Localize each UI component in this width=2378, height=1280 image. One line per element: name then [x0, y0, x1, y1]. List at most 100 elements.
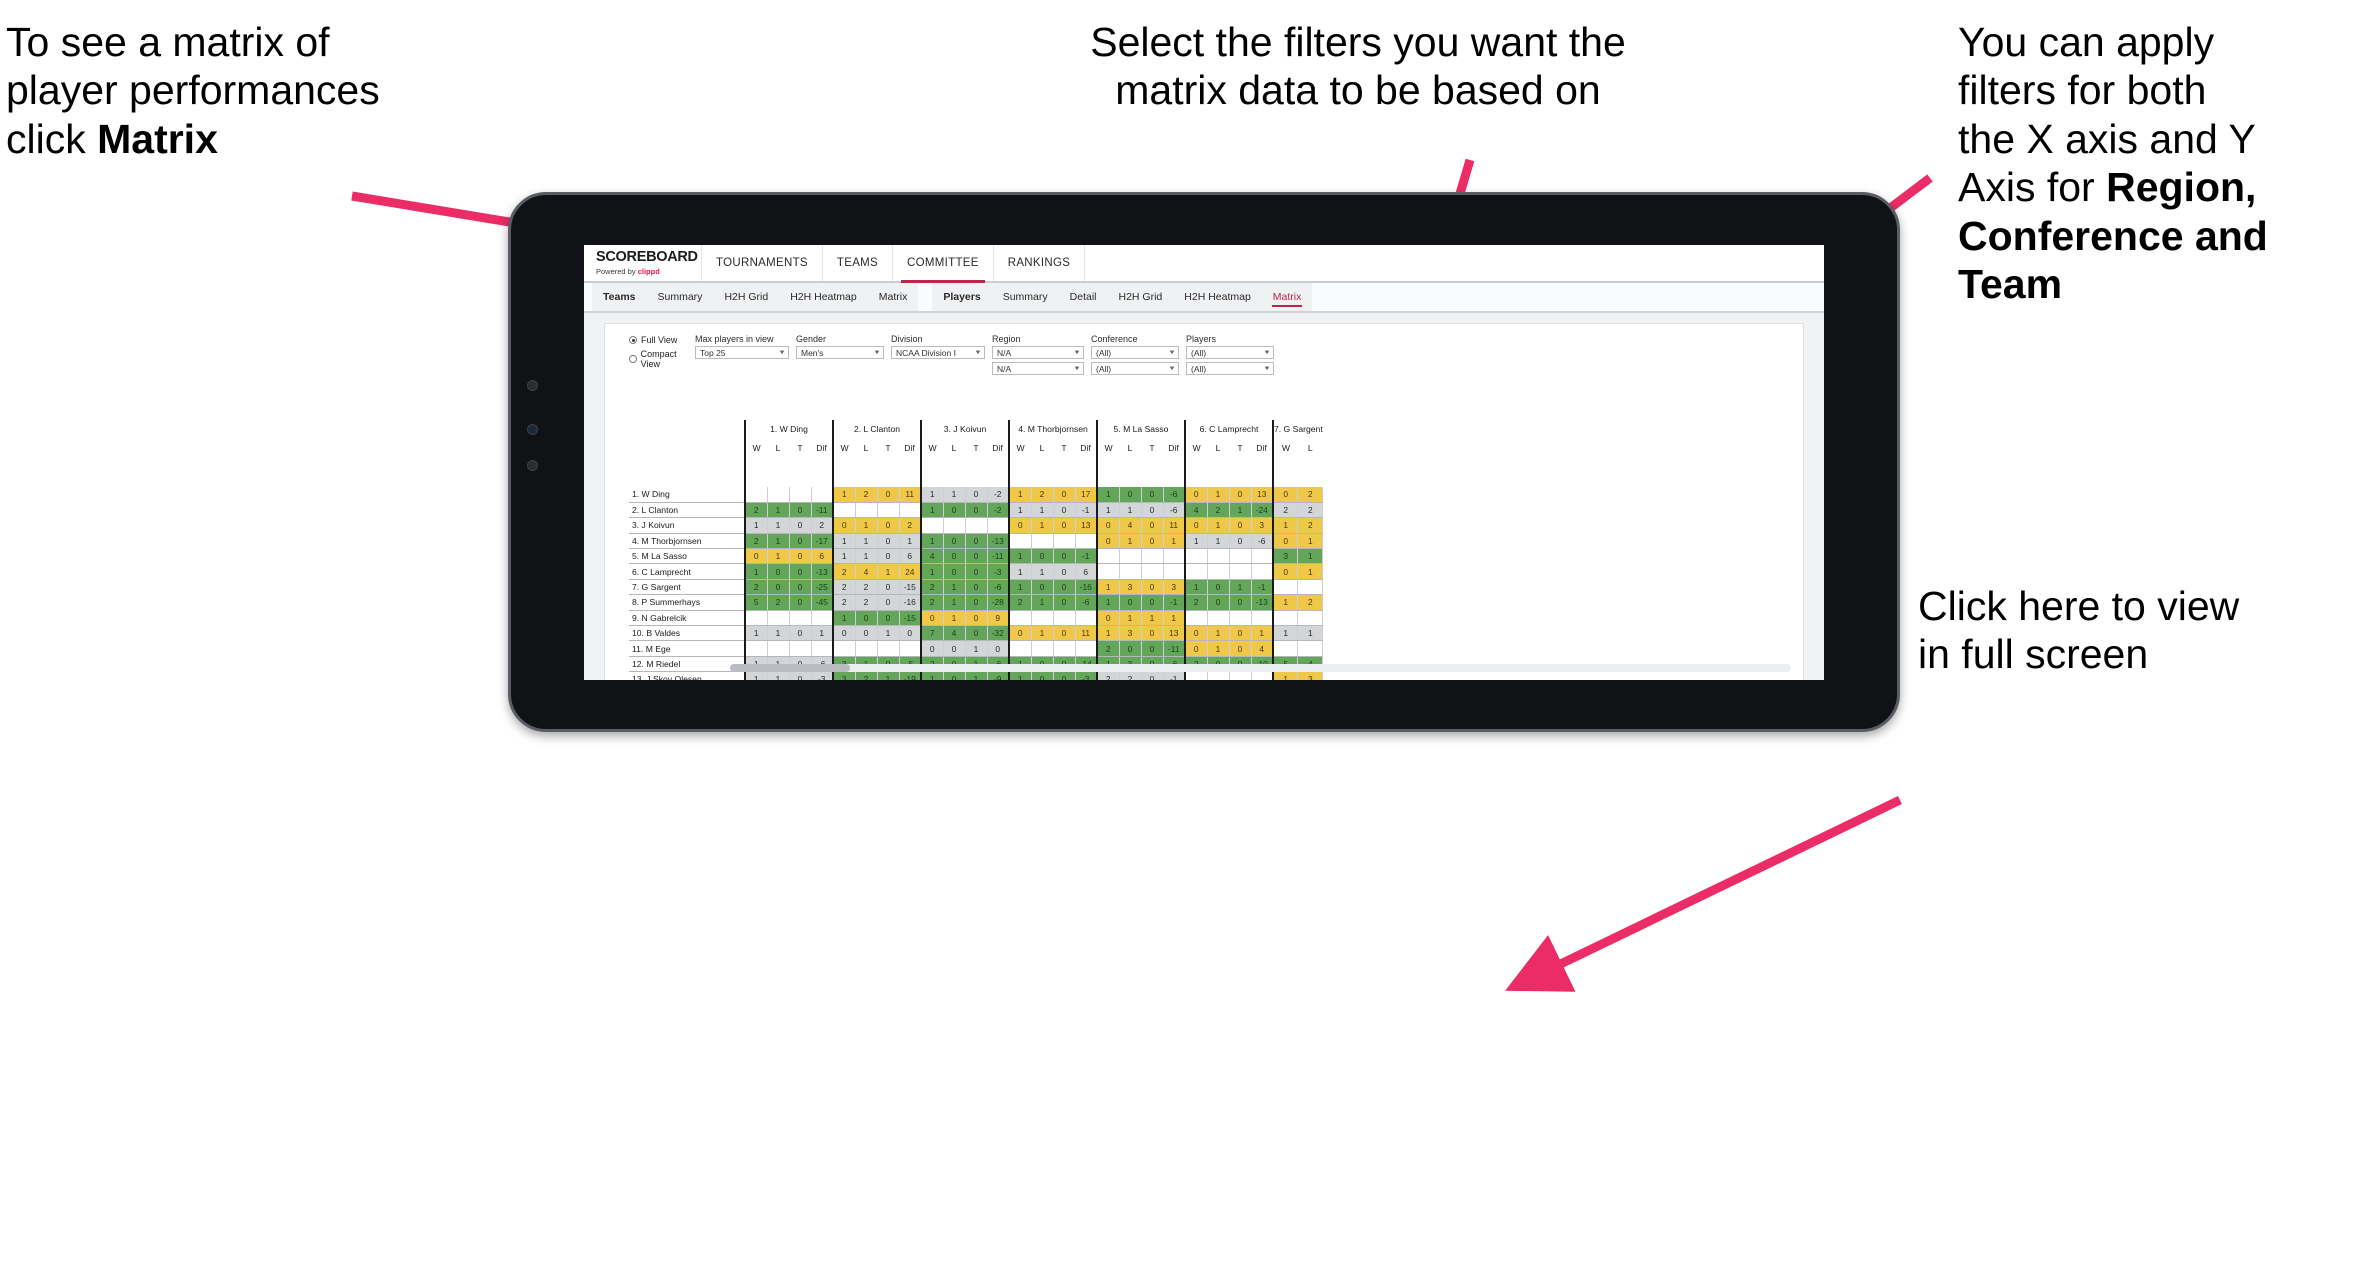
matrix-cell[interactable]: 0 — [1141, 517, 1164, 534]
matrix-cell[interactable]: 1 — [965, 671, 988, 680]
matrix-cell[interactable] — [877, 502, 900, 519]
matrix-cell[interactable]: 1 — [1031, 517, 1054, 534]
matrix-cell[interactable]: 1 — [1207, 517, 1230, 534]
matrix-cell[interactable]: 0 — [1207, 594, 1230, 611]
matrix-cell[interactable]: 0 — [1053, 517, 1076, 534]
matrix-cell[interactable]: 1 — [1272, 625, 1299, 642]
matrix-cell[interactable]: 1 — [1008, 671, 1032, 680]
matrix-cell[interactable] — [767, 487, 790, 503]
matrix-cell[interactable]: 1 — [899, 533, 922, 550]
matrix-cell[interactable]: 2 — [855, 487, 878, 503]
matrix-cell[interactable]: 1 — [1141, 610, 1164, 627]
matrix-cell[interactable]: -6 — [987, 579, 1010, 596]
matrix-cell[interactable]: 1 — [1096, 594, 1120, 611]
matrix-cell[interactable]: 0 — [965, 610, 988, 627]
matrix-cell[interactable]: -15 — [899, 610, 922, 627]
matrix-cell[interactable]: 1 — [1272, 671, 1299, 680]
matrix-cell[interactable]: 11 — [899, 487, 922, 503]
matrix-cell[interactable]: 0 — [1141, 640, 1164, 657]
matrix-cell[interactable]: 0 — [1141, 671, 1164, 680]
matrix-cell[interactable] — [1207, 563, 1230, 580]
matrix-cell[interactable] — [877, 640, 900, 657]
matrix-cell[interactable]: 3 — [1163, 579, 1186, 596]
matrix-cell[interactable] — [943, 517, 966, 534]
matrix-cell[interactable] — [811, 640, 834, 657]
matrix-cell[interactable] — [1272, 610, 1299, 627]
matrix-cell[interactable]: -1 — [1075, 502, 1098, 519]
matrix-cell[interactable] — [789, 640, 812, 657]
matrix-cell[interactable]: 1 — [1184, 533, 1208, 550]
matrix-cell[interactable]: 0 — [965, 533, 988, 550]
matrix-cell[interactable]: -16 — [1075, 579, 1098, 596]
matrix-cell[interactable]: 0 — [1119, 640, 1142, 657]
matrix-cell[interactable] — [1207, 610, 1230, 627]
matrix-cell[interactable]: 1 — [1119, 502, 1142, 519]
matrix-cell[interactable]: 3 — [1251, 517, 1274, 534]
matrix-cell[interactable]: 1 — [1163, 610, 1186, 627]
matrix-cell[interactable]: 1 — [877, 563, 900, 580]
filter-max-players-select[interactable]: Top 25 ▼ — [695, 346, 789, 359]
matrix-cell[interactable]: -2 — [987, 487, 1010, 503]
matrix-cell[interactable] — [1163, 548, 1186, 565]
matrix-cell[interactable]: 1 — [855, 517, 878, 534]
matrix-cell[interactable]: 1 — [920, 487, 944, 503]
matrix-cell[interactable]: 1 — [744, 625, 768, 642]
matrix-cell[interactable] — [987, 517, 1010, 534]
matrix-cell[interactable]: -1 — [1163, 594, 1186, 611]
matrix-cell[interactable] — [1251, 548, 1274, 565]
matrix-cell[interactable]: 0 — [1229, 625, 1252, 642]
matrix-cell[interactable]: 2 — [744, 502, 768, 519]
matrix-cell[interactable]: 0 — [920, 640, 944, 657]
matrix-cell[interactable]: -9 — [987, 671, 1010, 680]
matrix-cell[interactable]: 1 — [1207, 640, 1230, 657]
matrix-cell[interactable]: 1 — [1297, 548, 1324, 565]
matrix-cell[interactable] — [1053, 640, 1076, 657]
filter-players-x-select[interactable]: (All) ▼ — [1186, 346, 1274, 359]
matrix-cell[interactable]: -1 — [1251, 579, 1274, 596]
matrix-cell[interactable]: 0 — [1031, 671, 1054, 680]
matrix-cell[interactable]: 1 — [767, 671, 790, 680]
matrix-cell[interactable]: 2 — [811, 517, 834, 534]
matrix-cell[interactable]: 1 — [1297, 625, 1324, 642]
matrix-cell[interactable]: 0 — [1096, 610, 1120, 627]
matrix-cell[interactable] — [1251, 610, 1274, 627]
matrix-cell[interactable]: -15 — [899, 579, 922, 596]
matrix-cell[interactable]: 1 — [1008, 563, 1032, 580]
horizontal-scrollbar[interactable] — [730, 664, 1791, 672]
subnav-teams-h2h-grid[interactable]: H2H Grid — [713, 283, 779, 311]
matrix-cell[interactable]: 2 — [855, 671, 878, 680]
matrix-cell[interactable]: -25 — [811, 579, 834, 596]
matrix-cell[interactable]: 3 — [1297, 671, 1324, 680]
matrix-cell[interactable]: 0 — [1053, 502, 1076, 519]
matrix-cell[interactable]: 0 — [1053, 487, 1076, 503]
matrix-cell[interactable]: 0 — [1272, 563, 1299, 580]
matrix-cell[interactable]: 1 — [855, 548, 878, 565]
matrix-cell[interactable]: 0 — [877, 594, 900, 611]
matrix-cell[interactable]: 4 — [943, 625, 966, 642]
matrix-cell[interactable]: 0 — [1031, 579, 1054, 596]
matrix-cell[interactable] — [1297, 640, 1324, 657]
matrix-cell[interactable]: 4 — [1119, 517, 1142, 534]
matrix-cell[interactable]: 0 — [1053, 625, 1076, 642]
matrix-cell[interactable]: 1 — [767, 548, 790, 565]
matrix-cell[interactable]: 1 — [1184, 579, 1208, 596]
matrix-cell[interactable]: 2 — [1297, 594, 1324, 611]
matrix-cell[interactable]: 1 — [1008, 579, 1032, 596]
matrix-cell[interactable]: -28 — [987, 594, 1010, 611]
matrix-cell[interactable]: 0 — [943, 533, 966, 550]
matrix-cell[interactable]: 2 — [744, 533, 768, 550]
matrix-cell[interactable]: 1 — [832, 533, 856, 550]
matrix-cell[interactable]: 1 — [832, 610, 856, 627]
matrix-cell[interactable]: 0 — [1207, 579, 1230, 596]
matrix-cell[interactable]: 0 — [965, 579, 988, 596]
matrix-cell[interactable]: 0 — [943, 640, 966, 657]
matrix-cell[interactable] — [811, 487, 834, 503]
matrix-cell[interactable]: 2 — [1184, 594, 1208, 611]
matrix-cell[interactable] — [811, 610, 834, 627]
matrix-cell[interactable]: 4 — [1184, 502, 1208, 519]
matrix-cell[interactable] — [1031, 610, 1054, 627]
matrix-cell[interactable]: 0 — [965, 563, 988, 580]
matrix-cell[interactable]: 0 — [1053, 548, 1076, 565]
matrix-cell[interactable]: 2 — [832, 579, 856, 596]
matrix-cell[interactable]: 2 — [1297, 502, 1324, 519]
